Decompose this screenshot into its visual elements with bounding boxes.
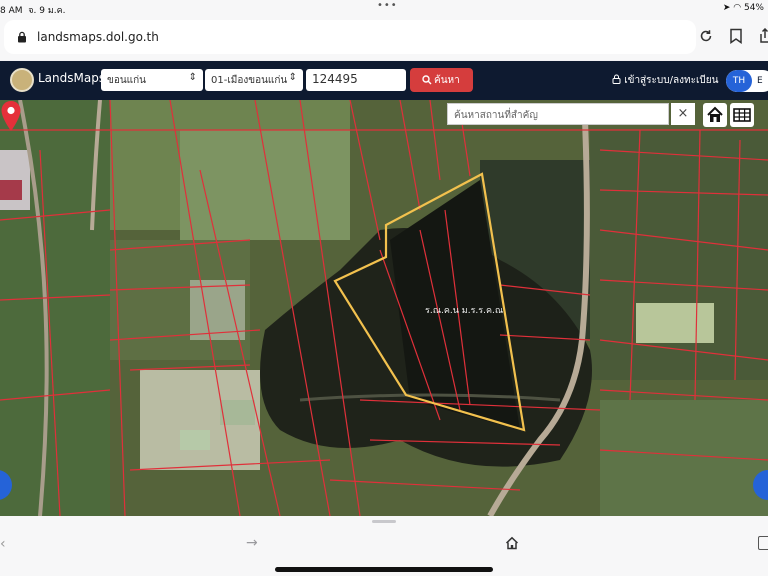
app-header: LandsMaps ขอนแก่น ⇕ 01-เมืองขอนแก่น ⇕ 12… — [0, 61, 768, 100]
status-right: ➤ ◠ 54% — [723, 3, 764, 13]
language-toggle[interactable]: TH E — [726, 70, 768, 92]
sheet-handle[interactable] — [372, 520, 396, 523]
home-indicator[interactable] — [275, 567, 493, 572]
bookmark-icon[interactable] — [729, 28, 743, 44]
chevron-updown-icon: ⇕ — [188, 72, 197, 83]
search-button[interactable]: ค้นหา — [410, 68, 473, 92]
map-pin-icon[interactable] — [0, 100, 22, 132]
multitask-dots[interactable]: ••• — [377, 0, 398, 11]
lock-icon — [18, 31, 26, 43]
browser-bottom-bar: ‹ → — [0, 516, 768, 576]
place-search-placeholder: ค้นหาสถานที่สำคัญ — [454, 110, 538, 121]
status-bar: 8 AM จ. 9 ม.ค. ••• ➤ ◠ 54% — [0, 0, 768, 16]
landsmaps-logo[interactable] — [10, 68, 34, 92]
lang-th[interactable]: TH — [726, 70, 752, 92]
parcel-number-input[interactable]: 124495 — [306, 69, 406, 91]
status-time-date: 8 AM จ. 9 ม.ค. — [0, 6, 66, 16]
district-select-value: 01-เมืองขอนแก่น — [211, 75, 288, 86]
browser-toolbar: landsmaps.dol.go.th — [0, 16, 768, 60]
url-text: landsmaps.dol.go.th — [37, 30, 159, 44]
wifi-icon: ◠ — [733, 3, 742, 13]
reload-icon[interactable] — [698, 28, 714, 44]
satellite-map[interactable] — [0, 100, 768, 516]
lang-en[interactable]: E — [757, 70, 763, 92]
parcel-number-value: 124495 — [312, 72, 358, 86]
share-icon[interactable] — [758, 28, 768, 44]
home-button[interactable] — [703, 103, 727, 127]
clear-search-button[interactable]: × — [671, 103, 695, 125]
location-icon: ➤ — [722, 3, 731, 13]
province-select[interactable]: ขอนแก่น ⇕ — [101, 69, 203, 91]
login-link[interactable]: เข้าสู่ระบบ/ลงทะเบียน — [612, 73, 718, 88]
app-name: LandsMaps — [38, 71, 106, 85]
province-select-value: ขอนแก่น — [107, 75, 147, 86]
grid-layer-button[interactable] — [730, 103, 754, 127]
place-search-input[interactable]: ค้นหาสถานที่สำคัญ — [447, 103, 669, 125]
search-button-label: ค้นหา — [434, 75, 460, 86]
home-icon — [707, 106, 723, 122]
map-view[interactable]: ค้นหาสถานที่สำคัญ × ร.ณ.ค.น ม.ร.ร.ค.ณ — [0, 100, 768, 516]
forward-arrow-icon[interactable]: → — [246, 535, 258, 551]
grid-icon — [733, 108, 751, 122]
lock-icon — [612, 74, 621, 84]
tabs-icon[interactable] — [758, 536, 768, 550]
back-arrow-icon[interactable]: ‹ — [0, 536, 6, 552]
parcel-label: ร.ณ.ค.น ม.ร.ร.ค.ณ — [425, 306, 504, 316]
battery-percent: 54% — [743, 3, 764, 13]
district-select[interactable]: 01-เมืองขอนแก่น ⇕ — [205, 69, 303, 91]
search-icon — [422, 75, 432, 85]
home-icon[interactable] — [505, 536, 519, 550]
chevron-updown-icon: ⇕ — [288, 72, 297, 83]
address-bar[interactable]: landsmaps.dol.go.th — [4, 20, 696, 54]
login-link-label: เข้าสู่ระบบ/ลงทะเบียน — [624, 75, 719, 86]
